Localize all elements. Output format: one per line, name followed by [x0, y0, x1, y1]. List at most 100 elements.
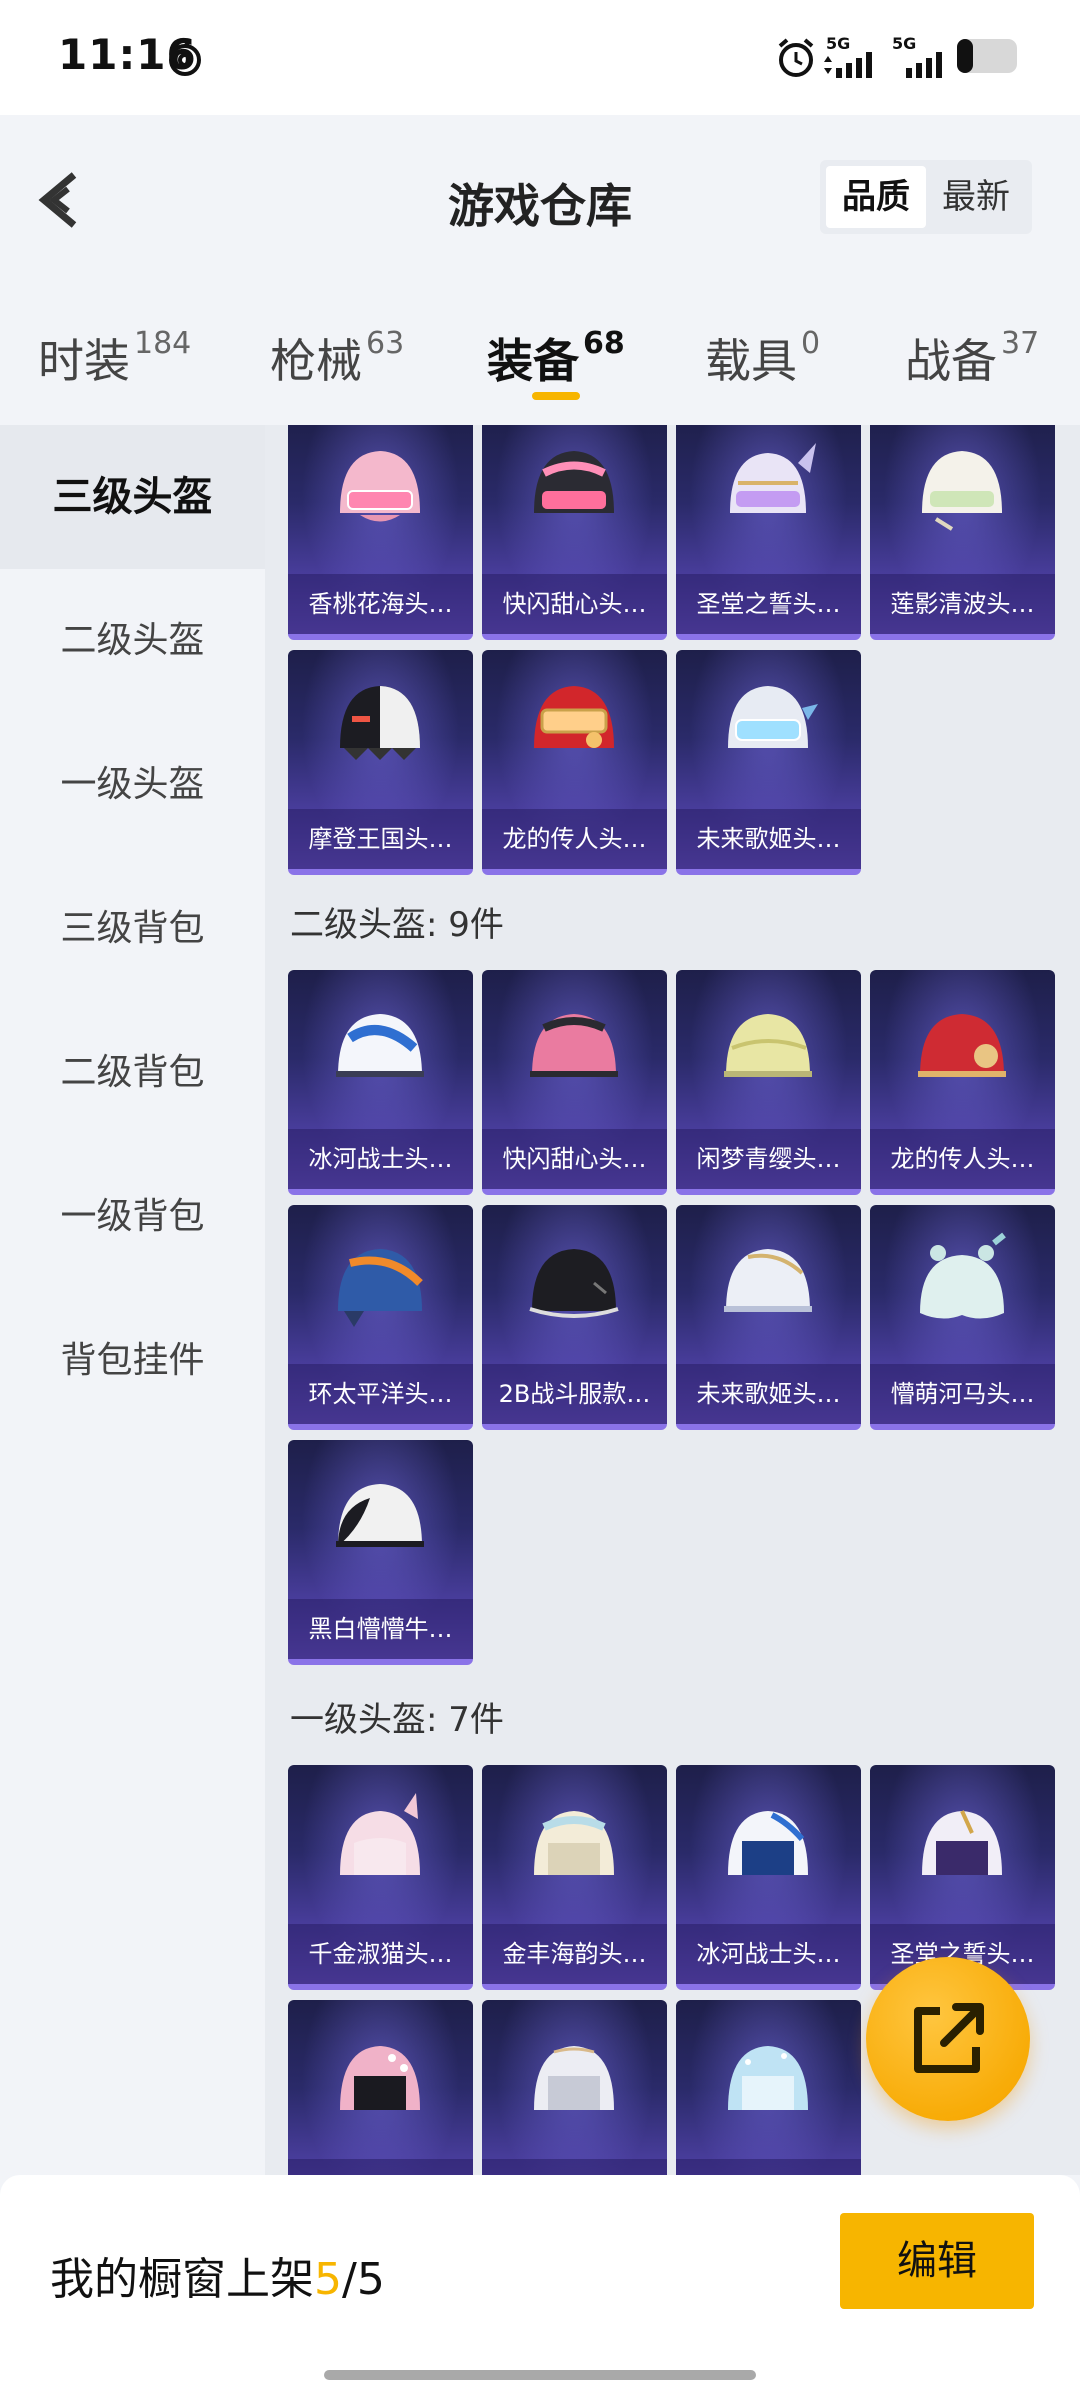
- helmet-hippo-icon: [920, 1232, 1006, 1319]
- signal-icon-2: [906, 52, 942, 78]
- item-card[interactable]: 冰河战士头…: [676, 1765, 861, 1990]
- item-card[interactable]: 2B战斗服款…: [482, 1205, 667, 1430]
- notification-icon: [169, 40, 201, 76]
- sort-latest-button[interactable]: 最新: [926, 166, 1026, 228]
- helmet-blue-icon: [728, 1811, 808, 1875]
- category-tabs: 时装 184 枪械 63 装备 68 载具 0 战备 37: [0, 285, 1080, 425]
- item-card[interactable]: 金丰海韵头…: [482, 1765, 667, 1990]
- tab-fashion[interactable]: 时装 184: [38, 325, 191, 391]
- item-name: [482, 2159, 667, 2175]
- tab-label: 时装: [38, 334, 130, 388]
- sidebar-item-level3-backpack[interactable]: 三级背包: [0, 857, 265, 1001]
- tab-label: 载具: [705, 334, 797, 388]
- helmet-black-icon: [529, 1249, 619, 1318]
- helmet-black-pink-icon: [534, 451, 614, 513]
- external-link-icon: [914, 2003, 984, 2073]
- home-indicator[interactable]: [324, 2370, 756, 2380]
- sidebar-item-level3-helmet[interactable]: 三级头盔: [0, 425, 265, 569]
- share-fab-button[interactable]: [866, 1957, 1030, 2121]
- section-label-level2: 二级头盔: 9件: [290, 905, 504, 945]
- item-card[interactable]: 香桃花海头…: [288, 425, 473, 640]
- helmet-blue-white-icon: [336, 1014, 424, 1077]
- signal-icon: [824, 52, 872, 78]
- sidebar-item-backpack-charm[interactable]: 背包挂件: [0, 1289, 265, 1433]
- item-name: 莲影清波头…: [870, 574, 1055, 634]
- helmet-harlequin-icon: [340, 686, 420, 760]
- tab-label: 装备: [487, 334, 579, 388]
- sidebar-item-level1-helmet[interactable]: 一级头盔: [0, 713, 265, 857]
- item-card[interactable]: 龙的传人头…: [870, 970, 1055, 1195]
- item-name: 香桃花海头…: [288, 574, 473, 634]
- subcategory-sidebar: 三级头盔 二级头盔 一级头盔 三级背包 二级背包 一级背包 背包挂件: [0, 425, 265, 2175]
- status-bar: 11:16 5G 5G: [0, 0, 1080, 115]
- active-tab-indicator: [532, 392, 580, 400]
- tab-count: 68: [583, 325, 625, 361]
- item-name: 2B战斗服款…: [482, 1364, 667, 1424]
- helmet-lightblue-icon: [728, 2046, 808, 2110]
- helmet-pink-icon: [340, 451, 420, 522]
- item-card[interactable]: 未来歌姬头…: [676, 650, 861, 875]
- item-card[interactable]: 闲梦青缨头…: [676, 970, 861, 1195]
- sidebar-item-level2-backpack[interactable]: 二级背包: [0, 1001, 265, 1145]
- item-name: 金丰海韵头…: [482, 1924, 667, 1984]
- tab-count: 63: [366, 325, 405, 361]
- item-name: 未来歌姬头…: [676, 809, 861, 869]
- helmet-red-icon: [918, 1014, 1006, 1077]
- item-name: 冰河战士头…: [676, 1924, 861, 1984]
- item-card[interactable]: 快闪甜心头…: [482, 425, 667, 640]
- item-card[interactable]: 摩登王国头…: [288, 650, 473, 875]
- item-card[interactable]: 圣堂之誓头…: [676, 425, 861, 640]
- alarm-icon: [778, 38, 814, 77]
- header: 游戏仓库 品质 最新: [0, 115, 1080, 285]
- item-card[interactable]: 懵萌河马头…: [870, 1205, 1055, 1430]
- tab-weapons[interactable]: 枪械 63: [270, 325, 404, 391]
- item-name: 快闪甜心头…: [482, 574, 667, 634]
- item-name: 圣堂之誓头…: [676, 574, 861, 634]
- item-card[interactable]: 黑白懵懵牛…: [288, 1440, 473, 1665]
- sidebar-item-level2-helmet[interactable]: 二级头盔: [0, 569, 265, 713]
- item-card[interactable]: 冰河战士头…: [288, 970, 473, 1195]
- item-name: 千金淑猫头…: [288, 1924, 473, 1984]
- sidebar-item-level1-backpack[interactable]: 一级背包: [0, 1145, 265, 1289]
- tab-equipment[interactable]: 装备 68: [487, 325, 625, 391]
- network-label-1: 5G: [826, 34, 851, 53]
- item-card[interactable]: 未来歌姬头…: [676, 1205, 861, 1430]
- helmet-yellowgreen-icon: [724, 1014, 812, 1077]
- item-card[interactable]: [676, 2000, 861, 2175]
- item-card[interactable]: 快闪甜心头…: [482, 970, 667, 1195]
- helmet-purple-icon: [922, 1810, 1002, 1875]
- sort-quality-button[interactable]: 品质: [826, 166, 926, 228]
- showcase-label: 我的橱窗上架: [50, 2254, 314, 2305]
- item-card[interactable]: [482, 2000, 667, 2175]
- edit-button[interactable]: 编辑: [840, 2213, 1034, 2309]
- helmet-cow-icon: [336, 1484, 424, 1547]
- helmet-silver-icon: [728, 686, 818, 748]
- item-name: 未来歌姬头…: [676, 1364, 861, 1424]
- sort-toggle: 品质 最新: [820, 160, 1032, 234]
- helmet-cat-icon: [340, 1793, 420, 1875]
- tab-vehicles[interactable]: 载具 0: [705, 325, 820, 391]
- helmet-white-icon: [724, 1249, 812, 1312]
- battery-icon: [957, 39, 1017, 73]
- tab-supplies[interactable]: 战备 37: [905, 325, 1039, 391]
- tab-count: 37: [1001, 325, 1040, 361]
- network-label-2: 5G: [892, 34, 917, 53]
- item-name: 冰河战士头…: [288, 1129, 473, 1189]
- helmet-mecha-icon: [338, 1249, 423, 1327]
- item-card[interactable]: 莲影清波头…: [870, 425, 1055, 640]
- item-card[interactable]: 龙的传人头…: [482, 650, 667, 875]
- helmet-white-icon: [922, 451, 1002, 531]
- item-card[interactable]: 环太平洋头…: [288, 1205, 473, 1430]
- item-card[interactable]: [288, 2000, 473, 2175]
- item-name: 快闪甜心头…: [482, 1129, 667, 1189]
- item-name: 摩登王国头…: [288, 809, 473, 869]
- section-label-level1: 一级头盔: 7件: [290, 1700, 504, 1740]
- item-name: 龙的传人头…: [870, 1129, 1055, 1189]
- item-name: [288, 2159, 473, 2175]
- item-card[interactable]: 千金淑猫头…: [288, 1765, 473, 1990]
- showcase-total-count: /5: [342, 2254, 385, 2305]
- item-name: 闲梦青缨头…: [676, 1129, 861, 1189]
- tab-label: 战备: [905, 334, 997, 388]
- tab-count: 184: [134, 325, 192, 361]
- helmet-pink-icon: [530, 1014, 618, 1077]
